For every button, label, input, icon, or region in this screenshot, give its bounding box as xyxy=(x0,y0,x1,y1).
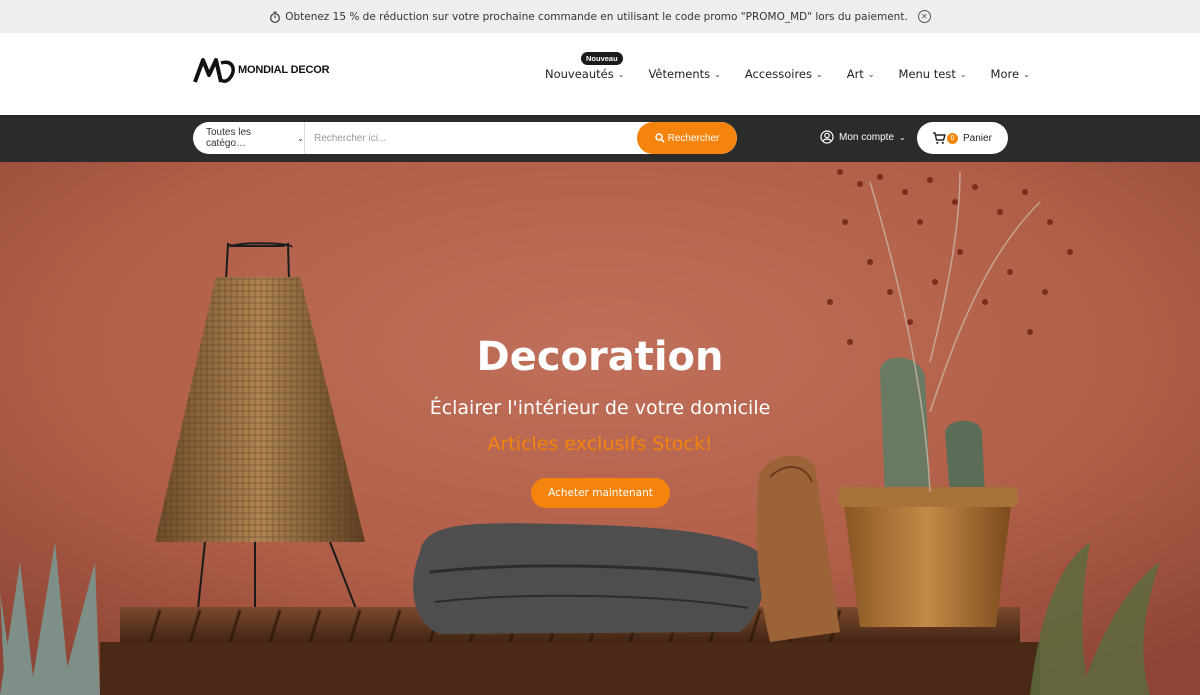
nav-label: Art xyxy=(846,67,864,81)
nav-label: Vêtements xyxy=(648,67,711,81)
search-button-label: Rechercher xyxy=(667,132,720,144)
search-input[interactable] xyxy=(305,122,637,154)
category-label: Toutes les catégo… xyxy=(206,127,252,149)
hero-title: Decoration xyxy=(476,334,724,380)
cart-button[interactable]: 0 Panier xyxy=(917,122,1008,154)
chevron-down-icon: ⌄ xyxy=(959,69,967,79)
account-menu[interactable]: Mon compte ⌄ xyxy=(820,130,906,144)
promo-bar: Obtenez 15 % de réduction sur votre proc… xyxy=(0,0,1200,33)
hero-tagline: Articles exclusifs Stock! xyxy=(487,433,713,455)
user-circle-icon xyxy=(820,130,834,144)
nav-item-accessoires[interactable]: Accessoires ⌄ xyxy=(745,67,823,81)
nav-item-nouveautes[interactable]: Nouveau Nouveautés ⌄ xyxy=(545,52,625,81)
cart-count-badge: 0 xyxy=(947,132,958,144)
site-logo[interactable]: MONDIAL DECOR xyxy=(193,55,330,85)
hero-background-image xyxy=(0,162,1200,695)
nav-item-art[interactable]: Art ⌄ xyxy=(847,67,875,81)
nav-item-vetements[interactable]: Vêtements ⌄ xyxy=(648,67,720,81)
hero-banner: Decoration Éclairer l'intérieur de votre… xyxy=(0,162,1200,695)
chevron-down-icon: ⌄ xyxy=(714,69,721,79)
main-nav: Nouveau Nouveautés ⌄ Vêtements ⌄ Accesso… xyxy=(545,52,1054,81)
logo-mark-icon xyxy=(193,58,235,83)
category-select[interactable]: Toutes les catégo… ⌄ xyxy=(193,122,305,154)
logo-text: MONDIAL DECOR xyxy=(238,64,330,76)
chevron-down-icon: ⌄ xyxy=(297,133,304,143)
chevron-down-icon: ⌄ xyxy=(816,69,823,79)
chevron-down-icon: ⌄ xyxy=(867,69,875,79)
nav-label: Menu test xyxy=(898,67,956,81)
nav-item-menu-test[interactable]: Menu test ⌄ xyxy=(899,67,967,81)
site-header: MONDIAL DECOR Nouveau Nouveautés ⌄ Vêtem… xyxy=(0,33,1200,115)
search-box: Toutes les catégo… ⌄ Rechercher xyxy=(193,122,737,154)
search-band: Toutes les catégo… ⌄ Rechercher Mon comp… xyxy=(0,115,1200,162)
promo-text: Obtenez 15 % de réduction sur votre proc… xyxy=(285,10,908,23)
nav-label: Accessoires xyxy=(744,67,812,81)
new-badge: Nouveau xyxy=(581,52,623,65)
nav-label: More xyxy=(990,67,1020,81)
chevron-down-icon: ⌄ xyxy=(899,132,906,142)
nav-item-more[interactable]: More ⌄ xyxy=(991,67,1030,81)
cart-icon xyxy=(933,132,946,144)
shop-now-button[interactable]: Acheter maintenant xyxy=(531,478,670,508)
account-label: Mon compte xyxy=(839,131,895,143)
search-icon xyxy=(654,133,665,143)
stopwatch-icon xyxy=(270,11,281,23)
close-circle-icon[interactable]: ✕ xyxy=(917,10,931,23)
chevron-down-icon: ⌄ xyxy=(1023,69,1030,79)
cart-label: Panier xyxy=(963,132,992,144)
chevron-down-icon: ⌄ xyxy=(617,69,625,79)
hero-subtitle: Éclairer l'intérieur de votre domicile xyxy=(429,397,771,419)
search-button[interactable]: Rechercher xyxy=(637,122,737,154)
nav-label: Nouveautés xyxy=(545,67,614,81)
